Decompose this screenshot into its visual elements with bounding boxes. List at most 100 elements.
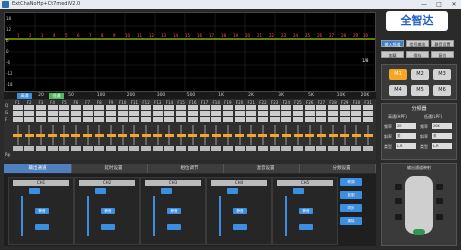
band-reset-button[interactable] [94,146,105,151]
channel-invert-button[interactable] [101,224,115,230]
channel-invert-button[interactable] [299,224,313,230]
band-q-field[interactable] [199,105,210,110]
lpf-slope-select[interactable]: 关 [432,133,452,139]
tab-mix[interactable]: 混音设置 [232,164,300,173]
band-gain-field[interactable] [82,111,93,116]
band-q-field[interactable] [316,105,327,110]
preset-m3-button[interactable]: M3 [433,69,451,80]
band-gain-field[interactable] [351,111,362,116]
band-gain-field[interactable] [129,111,140,116]
rear-right-speaker-icon[interactable] [436,214,443,220]
band-gain-field[interactable] [152,111,163,116]
band-q-field[interactable] [176,105,187,110]
band-reset-button[interactable] [269,146,280,151]
band-reset-button[interactable] [211,146,222,151]
band-gain-field[interactable] [187,111,198,116]
band-gain-field[interactable] [117,111,128,116]
copy-button[interactable]: 复制 [340,191,362,199]
channel-link-button[interactable] [293,188,304,194]
band-reset-button[interactable] [117,146,128,151]
mid-right-speaker-icon[interactable] [436,198,443,204]
channel-link-button[interactable] [227,188,238,194]
band-q-field[interactable] [222,105,233,110]
band-freq-field[interactable] [117,117,128,122]
band-reset-button[interactable] [281,146,292,151]
band-reset-button[interactable] [199,146,210,151]
band-slider-knob[interactable] [118,134,128,137]
band-slider-knob[interactable] [106,134,116,137]
band-gain-field[interactable] [199,111,210,116]
preset-m1-button[interactable]: M1 [389,69,407,80]
channel-link-button[interactable] [29,188,40,194]
band-freq-field[interactable] [339,117,350,122]
band-gain-field[interactable] [164,111,175,116]
reset-button[interactable]: 复位 [431,51,454,58]
channel-link-button[interactable] [161,188,172,194]
band-q-field[interactable] [70,105,81,110]
band-slider-knob[interactable] [176,134,186,137]
mid-left-speaker-icon[interactable] [395,198,402,204]
band-reset-button[interactable] [339,146,350,151]
band-reset-button[interactable] [222,146,233,151]
hpf-frequency-select[interactable]: 20 [396,123,416,129]
band-freq-field[interactable] [129,117,140,122]
band-freq-field[interactable] [47,117,58,122]
band-q-field[interactable] [187,105,198,110]
band-slider-knob[interactable] [141,134,151,137]
band-gain-field[interactable] [222,111,233,116]
band-slider-knob[interactable] [164,134,174,137]
band-slider-knob[interactable] [36,134,46,137]
band-gain-field[interactable] [35,111,46,116]
band-freq-field[interactable] [257,117,268,122]
band-q-field[interactable] [363,105,374,110]
band-gain-field[interactable] [94,111,105,116]
band-freq-field[interactable] [152,117,163,122]
band-slider-knob[interactable] [48,134,58,137]
channel-invert-button[interactable] [35,224,49,230]
channel-mute-button[interactable]: 静音 [101,208,115,214]
band-reset-button[interactable] [82,146,93,151]
front-right-speaker-icon[interactable] [436,184,443,190]
clear-button[interactable]: 清除 [340,217,362,225]
band-reset-button[interactable] [363,146,374,151]
band-slider-knob[interactable] [235,134,245,137]
tab-crossover[interactable]: 分频设置 [308,164,376,173]
band-q-field[interactable] [117,105,128,110]
tab-output-channel[interactable]: 输出通道 [4,164,72,173]
band-reset-button[interactable] [176,146,187,151]
band-q-field[interactable] [257,105,268,110]
band-reset-button[interactable] [351,146,362,151]
band-freq-field[interactable] [24,117,35,122]
band-freq-field[interactable] [281,117,292,122]
minimize-button[interactable]: — [417,0,431,9]
band-freq-field[interactable] [316,117,327,122]
band-slider-knob[interactable] [340,134,350,137]
band-reset-button[interactable] [59,146,70,151]
band-slider-knob[interactable] [351,134,361,137]
front-left-speaker-icon[interactable] [395,184,402,190]
band-gain-field[interactable] [141,111,152,116]
band-gain-field[interactable] [12,111,23,116]
lpf-frequency-select[interactable]: 20K [432,123,452,129]
band-slider-knob[interactable] [94,134,104,137]
band-q-field[interactable] [82,105,93,110]
band-gain-field[interactable] [316,111,327,116]
band-reset-button[interactable] [304,146,315,151]
band-freq-field[interactable] [293,117,303,122]
band-q-field[interactable] [304,105,315,110]
band-slider-knob[interactable] [200,134,209,137]
band-gain-field[interactable] [176,111,187,116]
band-gain-field[interactable] [293,111,303,116]
band-reset-button[interactable] [47,146,58,151]
band-reset-button[interactable] [106,146,116,151]
eq-graph[interactable]: 1 2 3 4 5 6 7 8 9 10 11 12 13 14 15 16 17 18 19 20 21 22 23 24 2… [4,12,376,92]
band-slider-knob[interactable] [258,134,268,137]
band-gain-field[interactable] [339,111,350,116]
band-q-field[interactable] [293,105,303,110]
hpf-type-select[interactable]: L-R [396,143,416,149]
band-q-field[interactable] [164,105,175,110]
link-all-button[interactable]: 联调 [340,178,362,186]
channel-link-button[interactable] [95,188,106,194]
lpf-type-select[interactable]: L-R [432,143,452,149]
preset-m2-button[interactable]: M2 [411,69,429,80]
